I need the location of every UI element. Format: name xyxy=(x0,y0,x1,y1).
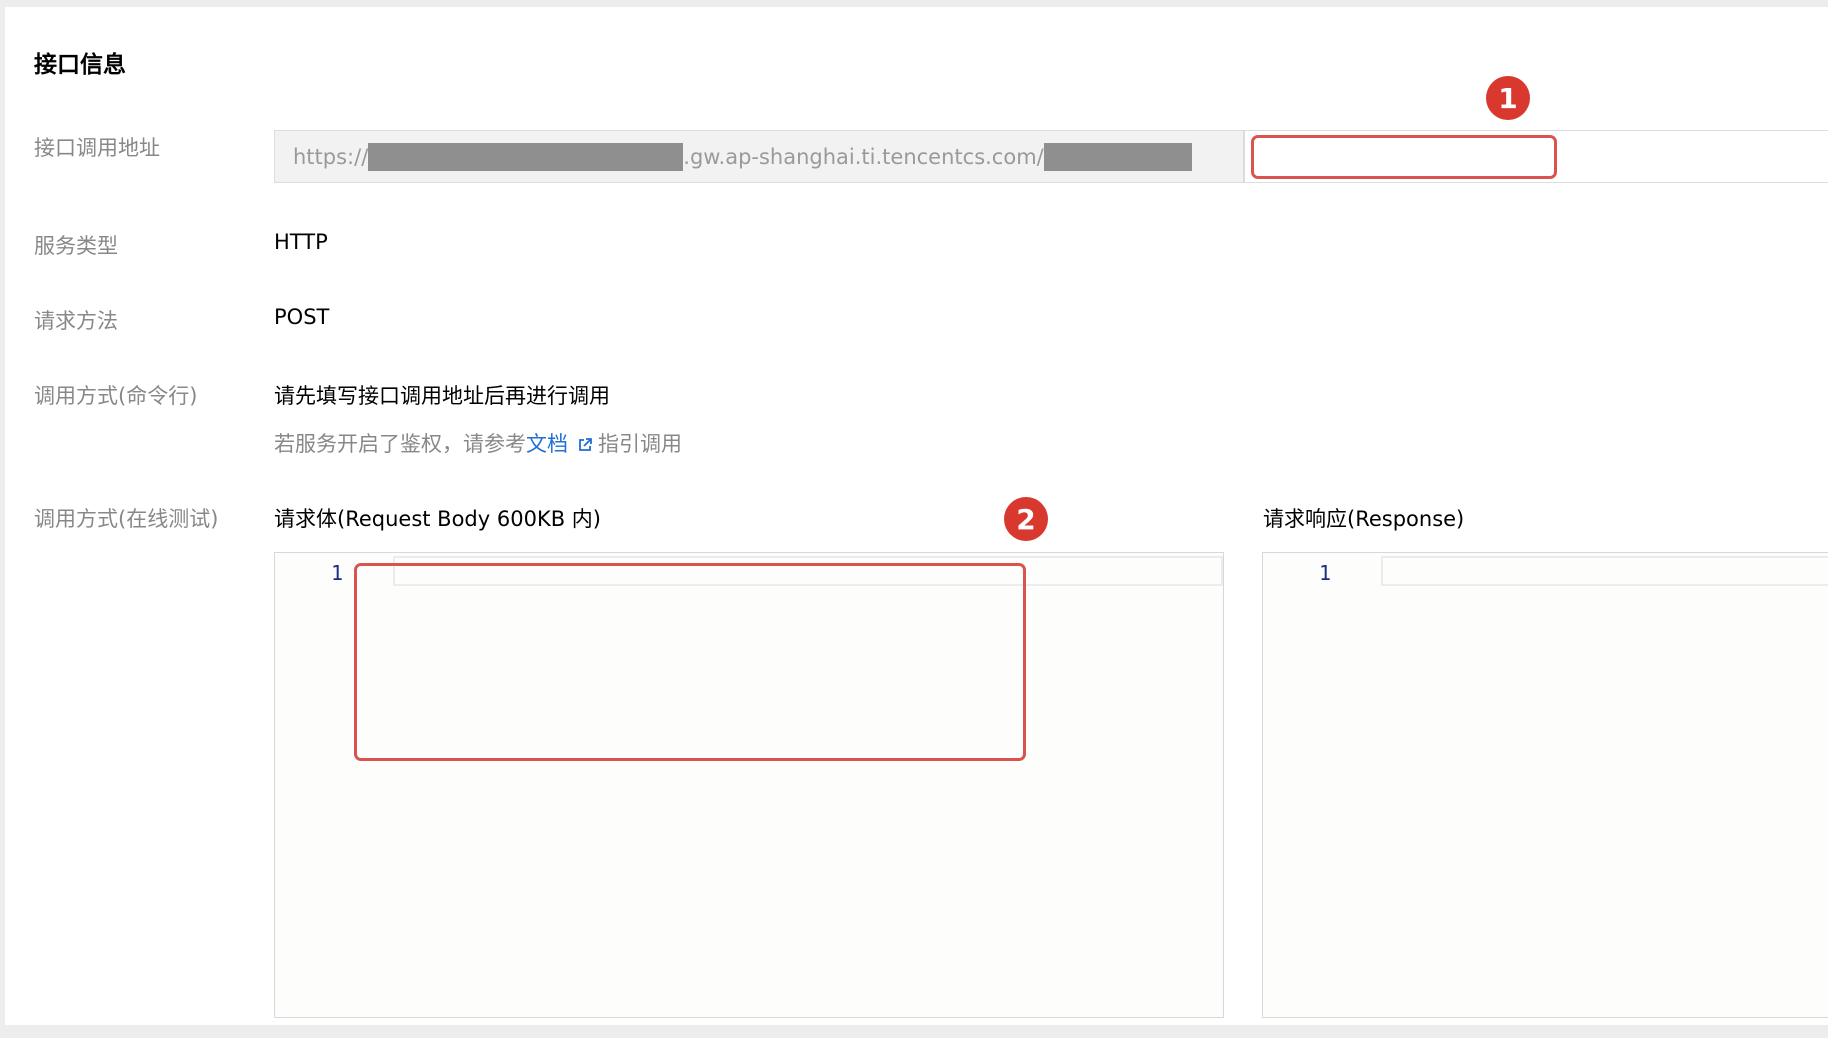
api-address-label: 接口调用地址 xyxy=(34,136,160,160)
service-type-label: 服务类型 xyxy=(34,234,118,258)
redacted-block xyxy=(1043,142,1192,171)
redacted-block xyxy=(368,142,684,171)
doc-link[interactable]: 文档 xyxy=(526,432,568,456)
highlight-box-url-input xyxy=(1251,135,1557,179)
line-number: 1 xyxy=(331,561,344,585)
highlight-box-request-body xyxy=(354,563,1026,761)
response-editor[interactable]: 1 xyxy=(1262,552,1828,1018)
online-test-label: 调用方式(在线测试) xyxy=(34,507,219,531)
auth-hint-suffix: 指引调用 xyxy=(598,432,682,456)
step-marker-2: 2 xyxy=(1004,497,1048,541)
current-line-highlight xyxy=(1381,556,1828,586)
step-marker-1: 1 xyxy=(1486,76,1530,120)
cli-invoke-value: 请先填写接口调用地址后再进行调用 xyxy=(274,384,610,408)
cli-invoke-label: 调用方式(命令行) xyxy=(34,384,198,408)
line-number: 1 xyxy=(1319,561,1332,585)
service-type-value: HTTP xyxy=(274,230,328,254)
url-scheme: https:// xyxy=(293,144,369,169)
url-domain: .gw.ap-shanghai.ti.tencentcs.com/ xyxy=(683,144,1044,169)
section-title: 接口信息 xyxy=(34,52,126,78)
api-url-prefix: https:// .gw.ap-shanghai.ti.tencentcs.co… xyxy=(274,130,1244,183)
request-method-value: POST xyxy=(274,305,330,329)
auth-hint: 若服务开启了鉴权，请参考文档 指引调用 xyxy=(274,428,682,458)
request-body-title: 请求体(Request Body 600KB 内) xyxy=(274,507,601,531)
auth-hint-prefix: 若服务开启了鉴权，请参考 xyxy=(274,432,526,456)
response-title: 请求响应(Response) xyxy=(1263,507,1465,531)
external-link-icon[interactable] xyxy=(578,438,592,452)
request-method-label: 请求方法 xyxy=(34,309,118,333)
